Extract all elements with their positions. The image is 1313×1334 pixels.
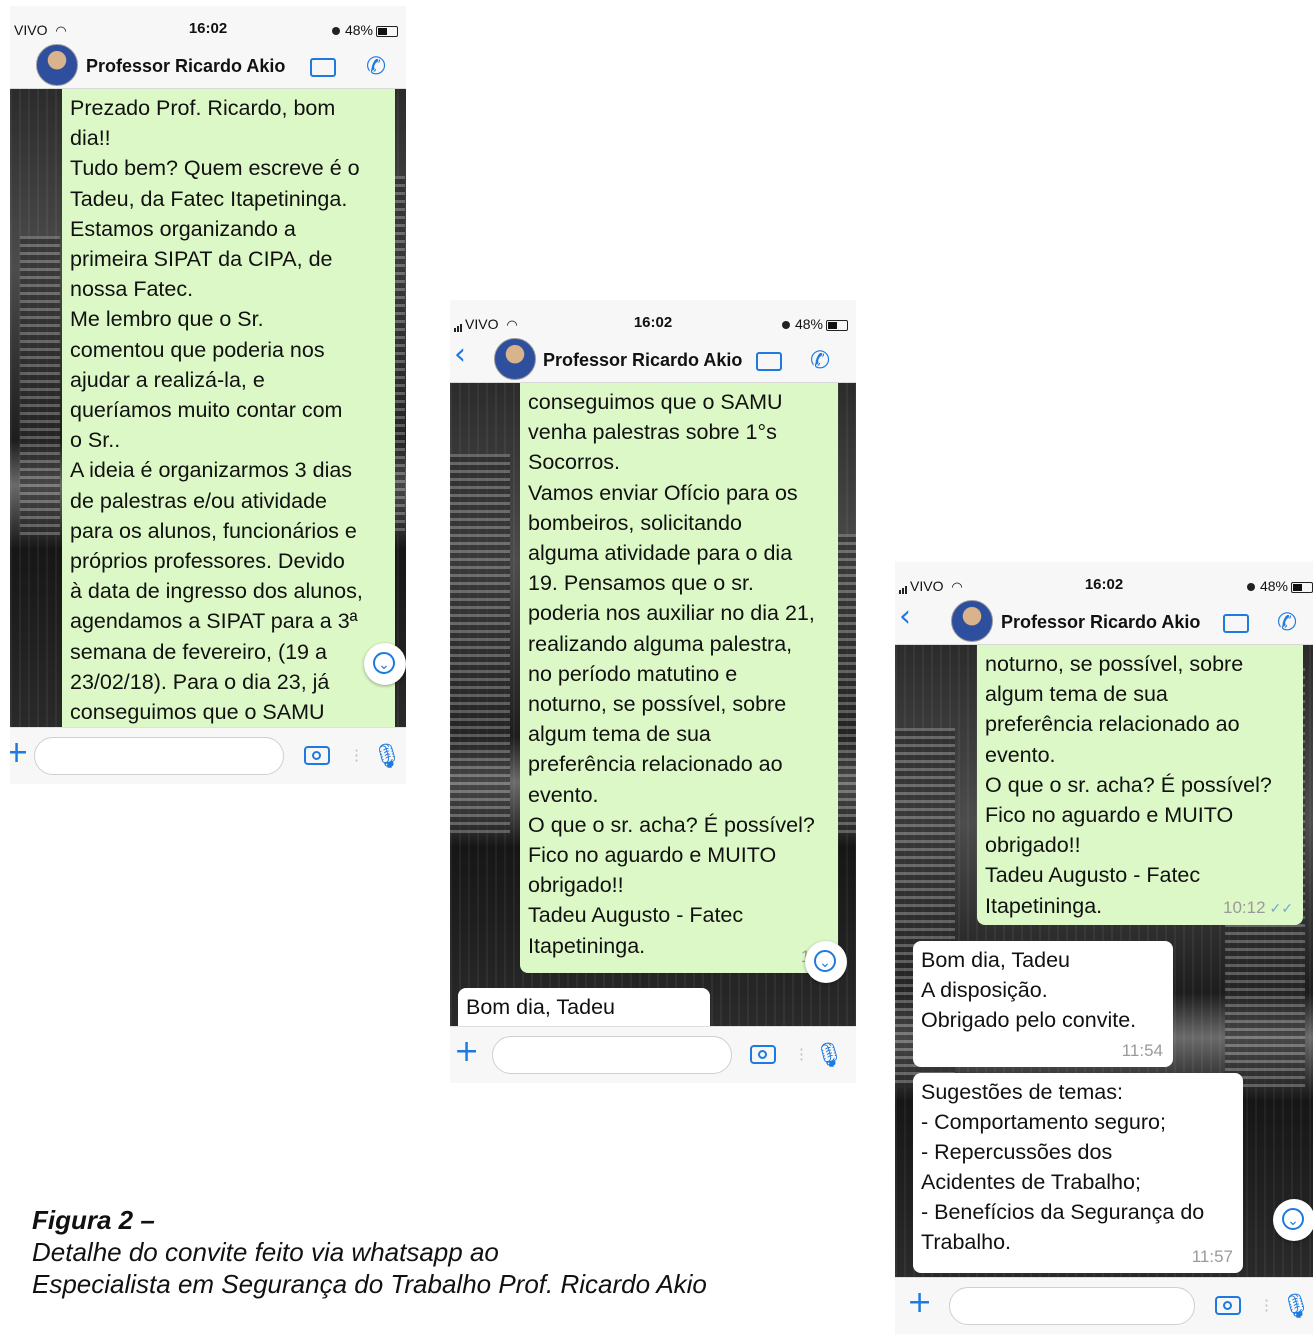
- battery-icon: [826, 319, 848, 331]
- scroll-down-button[interactable]: ⌄: [1273, 1199, 1313, 1241]
- message-input[interactable]: [34, 737, 284, 775]
- microphone-icon[interactable]: 🎙: [1281, 1292, 1311, 1320]
- phone-icon[interactable]: ✆: [810, 346, 830, 374]
- battery-icon: [1291, 581, 1313, 593]
- battery-percent: 48%: [1259, 578, 1288, 594]
- chat-header: ‹ Professor Ricardo Akio ✆: [895, 596, 1313, 645]
- plus-icon[interactable]: +: [907, 1288, 932, 1318]
- message-time: 11:57: [1191, 1247, 1233, 1266]
- message-text: Sugestões de temas: - Comportamento segu…: [921, 1080, 1205, 1254]
- message-text: Bom dia, Tadeu: [466, 995, 616, 1019]
- alarm-icon: [331, 27, 340, 36]
- chat-area[interactable]: conseguimos que o SAMU venha palestras s…: [450, 383, 856, 1027]
- separator-dots: ⋮: [1259, 1297, 1274, 1314]
- chevron-down-icon: ⌄: [814, 950, 836, 972]
- video-camera-icon[interactable]: [1223, 614, 1249, 633]
- input-bar: + ⋮ 🎙: [450, 1026, 856, 1083]
- battery-status: 48%: [331, 22, 398, 38]
- separator-dots: ⋮: [349, 747, 364, 764]
- chat-area[interactable]: Prezado Prof. Ricardo, bom dia!! Tudo be…: [10, 89, 406, 728]
- battery-percent: 48%: [344, 22, 373, 38]
- incoming-message[interactable]: Sugestões de temas: - Comportamento segu…: [913, 1073, 1243, 1273]
- double-check-icon: ✓✓: [1269, 900, 1293, 916]
- chevron-down-icon: ⌄: [1282, 1208, 1304, 1230]
- scroll-down-button[interactable]: ⌄: [364, 643, 406, 685]
- microphone-icon[interactable]: 🎙: [814, 1041, 844, 1069]
- contact-name[interactable]: Professor Ricardo Akio: [1001, 612, 1200, 633]
- battery-icon: [376, 25, 398, 37]
- status-bar: VIVO ◠ 16:02 48%: [895, 562, 1313, 596]
- avatar[interactable]: [494, 338, 536, 380]
- message-time: 10:12 ✓✓: [1223, 899, 1293, 917]
- message-input[interactable]: [492, 1036, 732, 1074]
- scroll-down-button[interactable]: ⌄: [805, 941, 847, 983]
- chat-header: Professor Ricardo Akio ✆: [10, 40, 406, 89]
- camera-icon[interactable]: [1215, 1296, 1241, 1315]
- status-bar: VIVO ◠ 16:02 48%: [450, 300, 856, 334]
- video-camera-icon[interactable]: [310, 58, 336, 77]
- message-time: 11:54: [1121, 1041, 1163, 1060]
- figure-caption: Figura 2 – Detalhe do convite feito via …: [32, 1204, 832, 1300]
- contact-name[interactable]: Professor Ricardo Akio: [543, 350, 742, 371]
- message-text: Bom dia, Tadeu A disposição. Obrigado pe…: [921, 948, 1137, 1032]
- incoming-message[interactable]: Bom dia, Tadeu: [458, 988, 710, 1027]
- avatar[interactable]: [951, 600, 993, 642]
- status-bar: VIVO ◠ 16:02 48%: [10, 6, 406, 40]
- figure-label: Figura 2 –: [32, 1205, 155, 1235]
- camera-icon[interactable]: [750, 1045, 776, 1064]
- background-building: [20, 236, 60, 537]
- avatar[interactable]: [36, 44, 78, 86]
- background-building: [450, 453, 510, 834]
- chevron-left-icon[interactable]: ‹: [454, 340, 466, 370]
- outgoing-message[interactable]: Prezado Prof. Ricardo, bom dia!! Tudo be…: [62, 89, 395, 728]
- caption-line-1: Detalhe do convite feito via whatsapp ao: [32, 1237, 499, 1267]
- incoming-message[interactable]: Bom dia, Tadeu A disposição. Obrigado pe…: [913, 941, 1173, 1067]
- plus-icon[interactable]: +: [454, 1037, 479, 1067]
- message-text: noturno, se possível, sobre algum tema d…: [985, 652, 1272, 918]
- phone-icon[interactable]: ✆: [366, 52, 386, 80]
- battery-status: 48%: [1246, 578, 1313, 594]
- microphone-icon[interactable]: 🎙: [372, 742, 402, 770]
- chevron-left-icon[interactable]: ‹: [899, 602, 911, 632]
- phone-icon[interactable]: ✆: [1277, 608, 1297, 636]
- time-text: 10:12: [1222, 898, 1266, 917]
- message-text: conseguimos que o SAMU venha palestras s…: [528, 390, 815, 958]
- alarm-icon: [1246, 583, 1255, 592]
- chevron-down-icon: ⌄: [373, 652, 395, 674]
- battery-status: 48%: [781, 316, 848, 332]
- outgoing-message[interactable]: conseguimos que o SAMU venha palestras s…: [520, 383, 838, 973]
- message-input[interactable]: [949, 1287, 1195, 1325]
- plus-icon[interactable]: +: [10, 738, 29, 768]
- phone-screenshot-2: VIVO ◠ 16:02 48% ‹ Professor Ricardo Aki…: [450, 300, 856, 1083]
- input-bar: + ⋮ 🎙: [10, 727, 406, 784]
- outgoing-message[interactable]: noturno, se possível, sobre algum tema d…: [977, 645, 1303, 925]
- phone-screenshot-3: VIVO ◠ 16:02 48% ‹ Professor Ricardo Aki…: [895, 562, 1313, 1334]
- battery-percent: 48%: [794, 316, 823, 332]
- chat-area[interactable]: noturno, se possível, sobre algum tema d…: [895, 645, 1313, 1278]
- alarm-icon: [781, 321, 790, 330]
- input-bar: + ⋮ 🎙: [895, 1277, 1313, 1334]
- separator-dots: ⋮: [794, 1046, 809, 1063]
- chat-header: ‹ Professor Ricardo Akio ✆: [450, 334, 856, 383]
- camera-icon[interactable]: [304, 746, 330, 765]
- phone-screenshot-1: VIVO ◠ 16:02 48% Professor Ricardo Akio …: [10, 6, 406, 784]
- video-camera-icon[interactable]: [756, 352, 782, 371]
- contact-name[interactable]: Professor Ricardo Akio: [86, 56, 285, 77]
- message-text: Prezado Prof. Ricardo, bom dia!! Tudo be…: [70, 96, 363, 725]
- caption-line-2: Especialista em Segurança do Trabalho Pr…: [32, 1269, 707, 1299]
